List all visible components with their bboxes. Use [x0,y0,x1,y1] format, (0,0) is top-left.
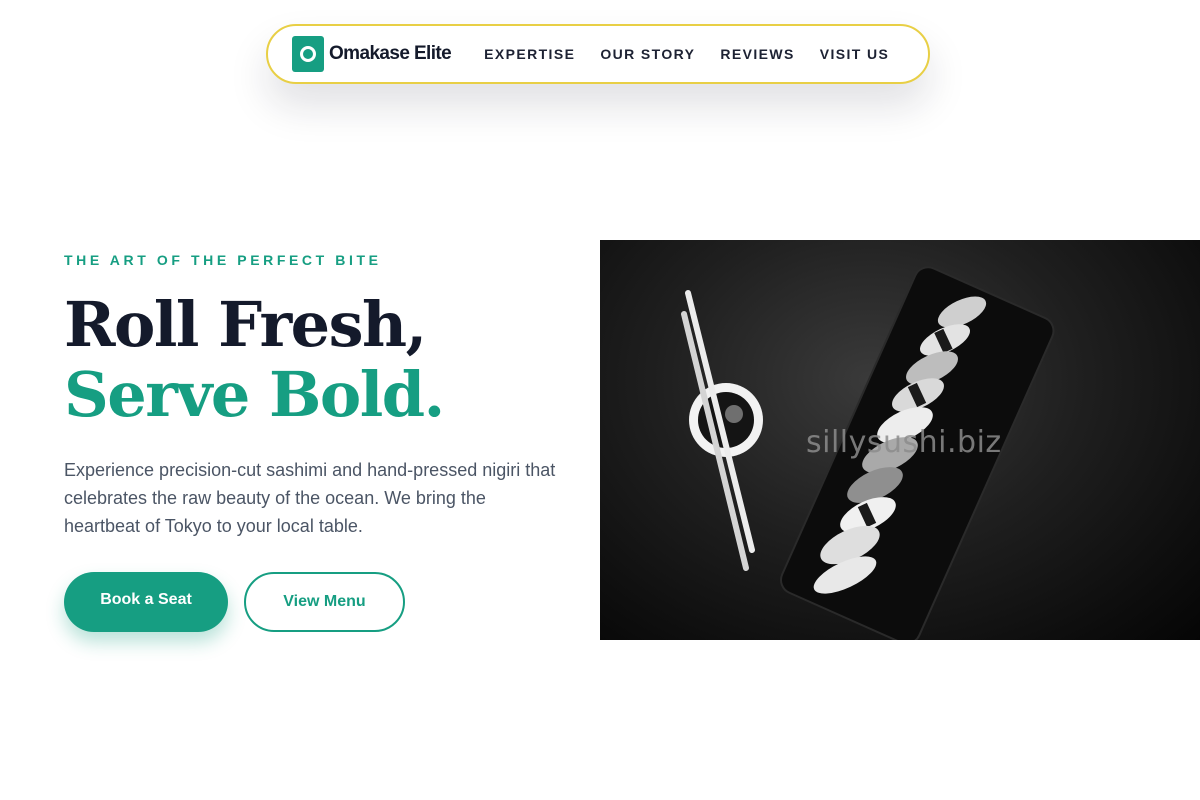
brand-mark-icon [292,36,324,72]
main-nav: Omakase Elite EXPERTISE OUR STORY REVIEW… [266,24,930,84]
nav-link-visit-us[interactable]: VISIT US [820,46,890,62]
nav-link-expertise[interactable]: EXPERTISE [484,46,575,62]
book-seat-button[interactable]: Book a Seat [64,572,228,632]
hero-eyebrow: THE ART OF THE PERFECT BITE [64,252,382,268]
headline-line-2: Serve Bold. [64,358,445,431]
brand-name: Omakase Elite [329,43,452,64]
headline-line-1: Roll Fresh, [64,288,427,361]
hero-sushi-image: sillysushi.biz [600,240,1200,640]
image-watermark: sillysushi.biz [806,425,1002,460]
brand-logo[interactable]: Omakase Elite [292,36,452,72]
nav-link-reviews[interactable]: REVIEWS [720,46,794,62]
nav-links: EXPERTISE OUR STORY REVIEWS VISIT US [484,46,889,62]
view-menu-button[interactable]: View Menu [244,572,405,632]
nav-link-our-story[interactable]: OUR STORY [600,46,695,62]
hero-headline: Roll Fresh, Serve Bold. [64,288,445,431]
hero-description: Experience precision-cut sashimi and han… [64,460,556,536]
